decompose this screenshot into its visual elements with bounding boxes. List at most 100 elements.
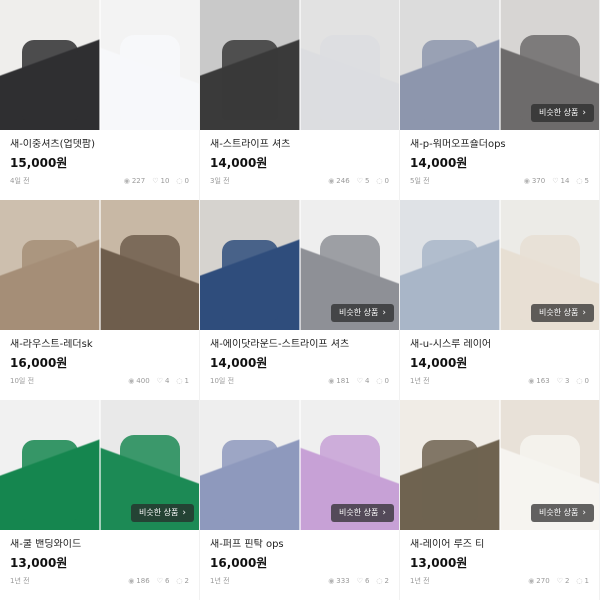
similar-products-button[interactable]: 비슷한 상품 › bbox=[531, 504, 594, 522]
product-thumbnail[interactable]: 비슷한 상품 › bbox=[0, 200, 199, 330]
photo-divider bbox=[299, 200, 301, 330]
product-photo-right bbox=[300, 0, 399, 130]
likes-stat: ♡ 14 bbox=[552, 176, 569, 186]
product-price: 14,000원 bbox=[410, 156, 468, 170]
views-stat: ◉ 246 bbox=[328, 176, 349, 186]
likes-count: 10 bbox=[160, 177, 170, 185]
eye-icon: ◉ bbox=[328, 377, 335, 385]
product-grid: 비슷한 상품 › 새-이중셔츠(업뎃팜) 15,000원 4일 전 ◉227 ♡… bbox=[0, 0, 600, 600]
chevron-right-icon: › bbox=[382, 308, 386, 318]
product-meta: 1년 전 ◉ 186 ♡ 6 ◌ 2 bbox=[10, 576, 189, 586]
product-title[interactable]: 새-퍼프 핀탁 ops bbox=[210, 539, 389, 551]
product-stats: ◉ 186 ♡ 6 ◌ 2 bbox=[128, 576, 189, 586]
product-title[interactable]: 새-레이어 루즈 티 bbox=[410, 539, 589, 551]
views-count: 186 bbox=[136, 577, 150, 585]
chats-count: 1 bbox=[584, 577, 589, 585]
heart-icon: ♡ bbox=[152, 177, 159, 185]
chats-count: 0 bbox=[384, 177, 389, 185]
product-thumbnail[interactable]: 비슷한 상품 › bbox=[200, 0, 399, 130]
product-thumbnail[interactable]: 비슷한 상품 › bbox=[400, 400, 599, 530]
product-photo-left bbox=[400, 200, 500, 330]
product-meta: 5일 전 ◉ 370 ♡ 14 ◌ 5 bbox=[410, 176, 589, 186]
photo-divider bbox=[499, 200, 501, 330]
product-title[interactable]: 새-이중셔츠(업뎃팜) bbox=[10, 139, 189, 151]
product-photo-left bbox=[0, 0, 100, 130]
product-card[interactable]: 비슷한 상품 › 새-퍼프 핀탁 ops 16,000원 1년 전 ◉ 333 ♡… bbox=[200, 400, 400, 600]
views-count: 163 bbox=[536, 377, 550, 385]
product-title[interactable]: 새-p-워머오프숄더ops bbox=[410, 139, 589, 151]
similar-products-button[interactable]: 비슷한 상품 › bbox=[331, 304, 394, 322]
product-price: 13,000원 bbox=[10, 556, 68, 570]
product-stats: ◉ 181 ♡ 4 ◌ 0 bbox=[328, 376, 389, 386]
chat-bubble-icon: ◌ bbox=[176, 577, 183, 585]
likes-stat: ♡ 4 bbox=[357, 376, 370, 386]
product-card[interactable]: 비슷한 상품 › 새-스트라이프 셔츠 14,000원 3일 전 ◉246 ♡5… bbox=[200, 0, 400, 200]
product-photo-left bbox=[400, 400, 500, 530]
likes-count: 14 bbox=[560, 177, 570, 185]
likes-stat: ♡ 2 bbox=[557, 576, 570, 586]
likes-count: 6 bbox=[364, 577, 370, 585]
chats-count: 1 bbox=[184, 377, 189, 385]
product-meta: 10일 전 ◉ 400 ♡ 4 ◌ 1 bbox=[10, 376, 189, 386]
product-card[interactable]: 비슷한 상품 › 새-이중셔츠(업뎃팜) 15,000원 4일 전 ◉227 ♡… bbox=[0, 0, 200, 200]
similar-products-button[interactable]: 비슷한 상품 › bbox=[131, 504, 194, 522]
eye-icon: ◉ bbox=[328, 177, 335, 185]
product-card[interactable]: 비슷한 상품 › 새-p-워머오프숄더ops 14,000원 5일 전 ◉ 370… bbox=[400, 0, 600, 200]
product-thumbnail[interactable]: 비슷한 상품 › bbox=[200, 400, 399, 530]
similar-products-label: 비슷한 상품 bbox=[139, 508, 179, 517]
chats-stat: ◌ 0 bbox=[376, 376, 389, 386]
product-price: 16,000원 bbox=[210, 556, 268, 570]
product-info: 새-이중셔츠(업뎃팜) 15,000원 bbox=[10, 139, 189, 170]
eye-icon: ◉ bbox=[123, 177, 130, 185]
product-price: 16,000원 bbox=[10, 356, 68, 370]
likes-stat: ♡ 10 bbox=[152, 176, 169, 186]
product-thumbnail[interactable]: 비슷한 상품 › bbox=[200, 200, 399, 330]
similar-products-button[interactable]: 비슷한 상품 › bbox=[531, 304, 594, 322]
product-title[interactable]: 새-u-시스루 레이어 bbox=[410, 339, 589, 351]
photo-divider bbox=[99, 200, 101, 330]
product-photo-left bbox=[200, 200, 300, 330]
product-card[interactable]: 비슷한 상품 › 새-u-시스루 레이어 14,000원 1년 전 ◉ 163 ♡… bbox=[400, 200, 600, 400]
product-card[interactable]: 비슷한 상품 › 새-에이닷라운드-스트라이프 셔츠 14,000원 10일 전… bbox=[200, 200, 400, 400]
similar-products-button[interactable]: 비슷한 상품 › bbox=[531, 104, 594, 122]
product-stats: ◉ 246 ♡ 5 ◌ 0 bbox=[328, 176, 389, 186]
chats-count: 0 bbox=[184, 177, 189, 185]
chat-bubble-icon: ◌ bbox=[576, 177, 583, 185]
product-title[interactable]: 새-스트라이프 셔츠 bbox=[210, 139, 389, 151]
product-title[interactable]: 새-쿨 밴딩와이드 bbox=[10, 539, 189, 551]
product-info: 새-쿨 밴딩와이드 13,000원 bbox=[10, 539, 189, 570]
product-card[interactable]: 비슷한 상품 › 새-라우스트-레더sk 16,000원 10일 전 ◉400 … bbox=[0, 200, 200, 400]
product-thumbnail[interactable]: 비슷한 상품 › bbox=[400, 200, 599, 330]
similar-products-label: 비슷한 상품 bbox=[339, 308, 379, 317]
views-stat: ◉ 333 bbox=[328, 576, 349, 586]
product-photo-left bbox=[0, 200, 100, 330]
chat-bubble-icon: ◌ bbox=[176, 377, 183, 385]
product-thumbnail[interactable]: 비슷한 상품 › bbox=[400, 0, 599, 130]
product-thumbnail[interactable]: 비슷한 상품 › bbox=[0, 0, 199, 130]
product-title[interactable]: 새-에이닷라운드-스트라이프 셔츠 bbox=[210, 339, 389, 351]
chat-bubble-icon: ◌ bbox=[376, 577, 383, 585]
product-thumbnail[interactable]: 비슷한 상품 › bbox=[0, 400, 199, 530]
likes-stat: ♡ 3 bbox=[557, 376, 570, 386]
views-count: 333 bbox=[336, 577, 350, 585]
eye-icon: ◉ bbox=[128, 577, 135, 585]
product-photo-left bbox=[200, 0, 300, 130]
photo-divider bbox=[299, 400, 301, 530]
chevron-right-icon: › bbox=[582, 108, 586, 118]
product-card[interactable]: 비슷한 상품 › 새-레이어 루즈 티 13,000원 1년 전 ◉ 270 ♡ 2… bbox=[400, 400, 600, 600]
views-count: 370 bbox=[531, 177, 546, 185]
chevron-right-icon: › bbox=[582, 508, 586, 518]
chats-count: 5 bbox=[584, 177, 589, 185]
chats-count: 0 bbox=[584, 377, 589, 385]
views-count: 181 bbox=[336, 377, 350, 385]
product-photo-right bbox=[100, 0, 199, 130]
product-title[interactable]: 새-라우스트-레더sk bbox=[10, 339, 189, 351]
product-info: 새-라우스트-레더sk 16,000원 bbox=[10, 339, 189, 370]
eye-icon: ◉ bbox=[528, 377, 535, 385]
chats-stat: ◌ 0 bbox=[176, 176, 189, 186]
chats-stat: ◌ 5 bbox=[576, 176, 589, 186]
similar-products-button[interactable]: 비슷한 상품 › bbox=[331, 504, 394, 522]
product-stats: ◉ 370 ♡ 14 ◌ 5 bbox=[524, 176, 589, 186]
product-card[interactable]: 비슷한 상품 › 새-쿨 밴딩와이드 13,000원 1년 전 ◉ 186 ♡ 6 … bbox=[0, 400, 200, 600]
product-stats: ◉ 333 ♡ 6 ◌ 2 bbox=[328, 576, 389, 586]
